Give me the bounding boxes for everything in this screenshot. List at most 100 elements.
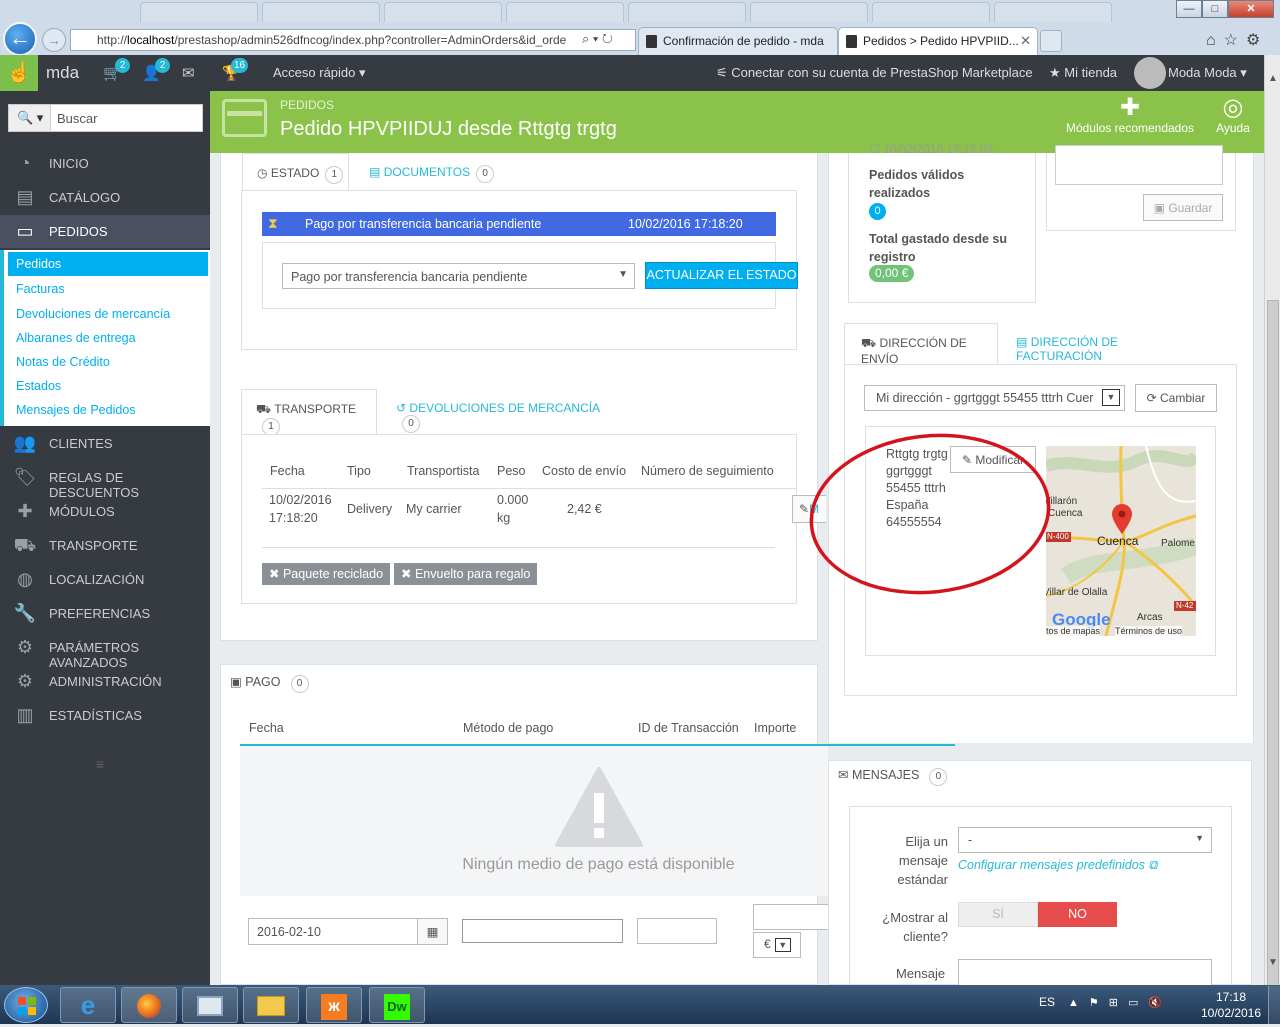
sidebar-item-modulos[interactable]: ✚ MÓDULOS xyxy=(0,495,210,528)
tab-order[interactable]: Pedidos > Pedido HPVPIID... ✕ xyxy=(838,27,1038,55)
submenu-devoluciones[interactable]: Devoluciones de mercancía xyxy=(8,302,208,326)
save-note-button[interactable]: ▣ Guardar xyxy=(1143,194,1223,221)
my-store-link[interactable]: ★ Mi tienda xyxy=(1049,65,1117,81)
messages-envelope-icon[interactable]: ✉ xyxy=(182,64,195,82)
new-tab-button[interactable] xyxy=(1040,30,1062,52)
message-textarea[interactable] xyxy=(958,959,1212,985)
sidebar-item-inicio[interactable]: ◔ INICIO xyxy=(0,147,210,180)
change-address-button[interactable]: ⟳ Cambiar xyxy=(1135,384,1217,412)
user-menu[interactable]: Moda Moda ▾ xyxy=(1168,65,1247,81)
submenu-mensajes-pedidos[interactable]: Mensajes de Pedidos xyxy=(8,398,208,422)
sidebar-item-catalogo[interactable]: ▤ CATÁLOGO xyxy=(0,181,210,214)
sidebar-item-administracion[interactable]: ⚙ ADMINISTRACIÓN xyxy=(0,665,210,698)
firefox-icon[interactable] xyxy=(121,987,177,1023)
configure-messages-link[interactable]: Configurar mensajes predefinidos ⧉ xyxy=(958,858,1157,873)
orders-badge: 2 xyxy=(115,58,130,73)
scrollbar-thumb[interactable] xyxy=(1267,300,1279,1020)
internet-explorer-icon[interactable]: e xyxy=(60,987,116,1023)
avatar[interactable] xyxy=(1134,57,1166,89)
private-note-textarea[interactable] xyxy=(1055,145,1223,185)
tab-estado[interactable]: ◷ ESTADO 1 xyxy=(242,153,349,191)
amount-input[interactable] xyxy=(753,904,828,930)
prestashop-logo-icon[interactable]: ☝ xyxy=(0,55,38,91)
tab-confirmation[interactable]: Confirmación de pedido - mda xyxy=(638,27,838,55)
close-tab-icon[interactable]: ✕ xyxy=(1020,33,1031,49)
tab-direccion-envio[interactable]: ⛟ DIRECCIÓN DE ENVÍO xyxy=(844,323,998,366)
maximize-button[interactable]: □ xyxy=(1202,0,1228,18)
sidebar-item-descuentos[interactable]: 🏷 REGLAS DE DESCUENTOS xyxy=(0,461,210,500)
back-button[interactable]: ← xyxy=(3,22,37,56)
tab-transporte[interactable]: ⛟ TRANSPORTE1 xyxy=(241,389,377,436)
collapse-menu-icon[interactable]: ≡ xyxy=(96,756,104,772)
map-data-text[interactable]: tos de mapas xyxy=(1046,626,1101,636)
submenu-facturas[interactable]: Facturas xyxy=(8,277,208,301)
minimize-button[interactable]: — xyxy=(1176,0,1202,18)
submenu-albaranes[interactable]: Albaranes de entrega xyxy=(8,326,208,350)
breadcrumb[interactable]: PEDIDOS xyxy=(280,98,334,112)
show-hidden-icons-icon[interactable]: ▲ xyxy=(1068,997,1089,1009)
xampp-icon[interactable]: ж xyxy=(306,987,362,1023)
sidebar-item-localizacion[interactable]: ◍ LOCALIZACIÓN xyxy=(0,563,210,596)
network-icon[interactable]: ▭ xyxy=(1128,997,1148,1009)
transaction-id-input[interactable] xyxy=(637,918,717,944)
col-costo: Costo de envío xyxy=(542,464,627,478)
close-window-button[interactable]: ✕ xyxy=(1228,0,1274,18)
update-status-button[interactable]: ACTUALIZAR EL ESTADO xyxy=(645,262,798,289)
page-scrollbar[interactable]: ▲ ▼ xyxy=(1264,55,1280,1020)
dropdown-icon[interactable]: ▾ xyxy=(593,31,598,46)
submenu-estados[interactable]: Estados xyxy=(8,374,208,398)
tab-documentos[interactable]: ▤ DOCUMENTOS 0 xyxy=(355,153,495,191)
windows-icon[interactable]: ⊞ xyxy=(1109,997,1128,1009)
scroll-up-icon[interactable]: ▲ xyxy=(1268,73,1278,84)
sidebar-item-pedidos[interactable]: ▭ PEDIDOS xyxy=(0,215,210,248)
scroll-down-icon[interactable]: ▼ xyxy=(1268,957,1278,968)
map-terms-link[interactable]: Términos de uso xyxy=(1115,626,1183,636)
sidebar-item-parametros[interactable]: ⚙ PARÁMETROS AVANZADOS xyxy=(0,631,210,670)
forward-button[interactable]: → xyxy=(42,28,66,52)
tab-direccion-facturacion[interactable]: ▤ DIRECCIÓN DE FACTURACIÓN xyxy=(1004,323,1204,363)
search-input[interactable]: Buscar xyxy=(57,111,97,126)
folder-icon[interactable] xyxy=(243,987,299,1023)
volume-muted-icon[interactable]: 🔇 xyxy=(1148,997,1172,1009)
shop-name[interactable]: mda xyxy=(46,63,79,83)
home-icon[interactable]: ⌂ xyxy=(1206,32,1224,49)
sidebar-item-clientes[interactable]: 👥 CLIENTES xyxy=(0,427,210,460)
choose-message-label: Elija un mensaje estándar xyxy=(897,834,948,887)
start-button[interactable] xyxy=(4,987,48,1023)
sidebar-item-estadisticas[interactable]: ▥ ESTADÍSTICAS xyxy=(0,699,210,732)
recommended-modules-button[interactable]: ✚ Módulos recomendados xyxy=(1060,95,1200,136)
submenu-notas-credito[interactable]: Notas de Crédito xyxy=(8,350,208,374)
payment-date-input[interactable]: 2016-02-10 ▦ xyxy=(248,918,448,945)
dreamweaver-icon[interactable]: Dw xyxy=(369,987,425,1023)
show-yes-toggle[interactable]: SÍ xyxy=(958,902,1038,927)
refresh-icon[interactable]: ↻ xyxy=(602,31,613,46)
quick-access-menu[interactable]: Acceso rápido ▾ xyxy=(273,65,366,81)
search-icon[interactable]: ⌕ xyxy=(582,31,589,46)
payment-method-input[interactable] xyxy=(462,919,623,943)
favorites-star-icon[interactable]: ☆ xyxy=(1224,32,1246,49)
submenu-pedidos[interactable]: Pedidos xyxy=(8,252,208,276)
sidebar-item-transporte[interactable]: ⛟ TRANSPORTE xyxy=(0,529,210,562)
search-box[interactable]: 🔍 ▾ Buscar xyxy=(8,104,203,132)
search-icon[interactable]: 🔍 ▾ xyxy=(9,105,51,131)
calendar-icon[interactable]: ▦ xyxy=(417,919,447,944)
sidebar-item-preferencias[interactable]: 🔧 PREFERENCIAS xyxy=(0,597,210,630)
address-select[interactable]: Mi dirección - ggrtgggt 55455 tttrh Cuer… xyxy=(864,385,1125,411)
standard-message-select[interactable]: - ▼ xyxy=(958,827,1212,853)
address-map[interactable]: Cuenca Villarón Cuenca Palome Villar de … xyxy=(1046,446,1196,636)
flag-icon[interactable]: ⚑ xyxy=(1089,997,1109,1009)
explorer-window-icon[interactable] xyxy=(182,987,238,1023)
show-desktop-button[interactable] xyxy=(1268,986,1280,1024)
tray-clock[interactable]: 17:18 10/02/2016 xyxy=(1196,989,1266,1021)
refresh-icon: ⟳ xyxy=(1146,391,1157,405)
puzzle-icon: ✚ xyxy=(17,501,33,521)
currency-select[interactable]: € ▼ xyxy=(753,932,801,958)
order-status-select[interactable]: Pago por transferencia bancaria pendient… xyxy=(282,263,635,289)
tab-devoluciones[interactable]: ↺ DEVOLUCIONES DE MERCANCÍA0 xyxy=(382,389,612,433)
settings-gear-icon[interactable]: ⚙ xyxy=(1246,32,1268,49)
show-no-toggle[interactable]: NO xyxy=(1038,902,1117,927)
marketplace-connect-link[interactable]: ⚟ Conectar con su cuenta de PrestaShop M… xyxy=(716,65,1033,81)
help-button[interactable]: ◎ Ayuda xyxy=(1208,95,1258,136)
address-bar[interactable]: http://localhost/prestashop/admin526dfnc… xyxy=(70,29,636,51)
language-indicator[interactable]: ES xyxy=(1039,995,1055,1009)
